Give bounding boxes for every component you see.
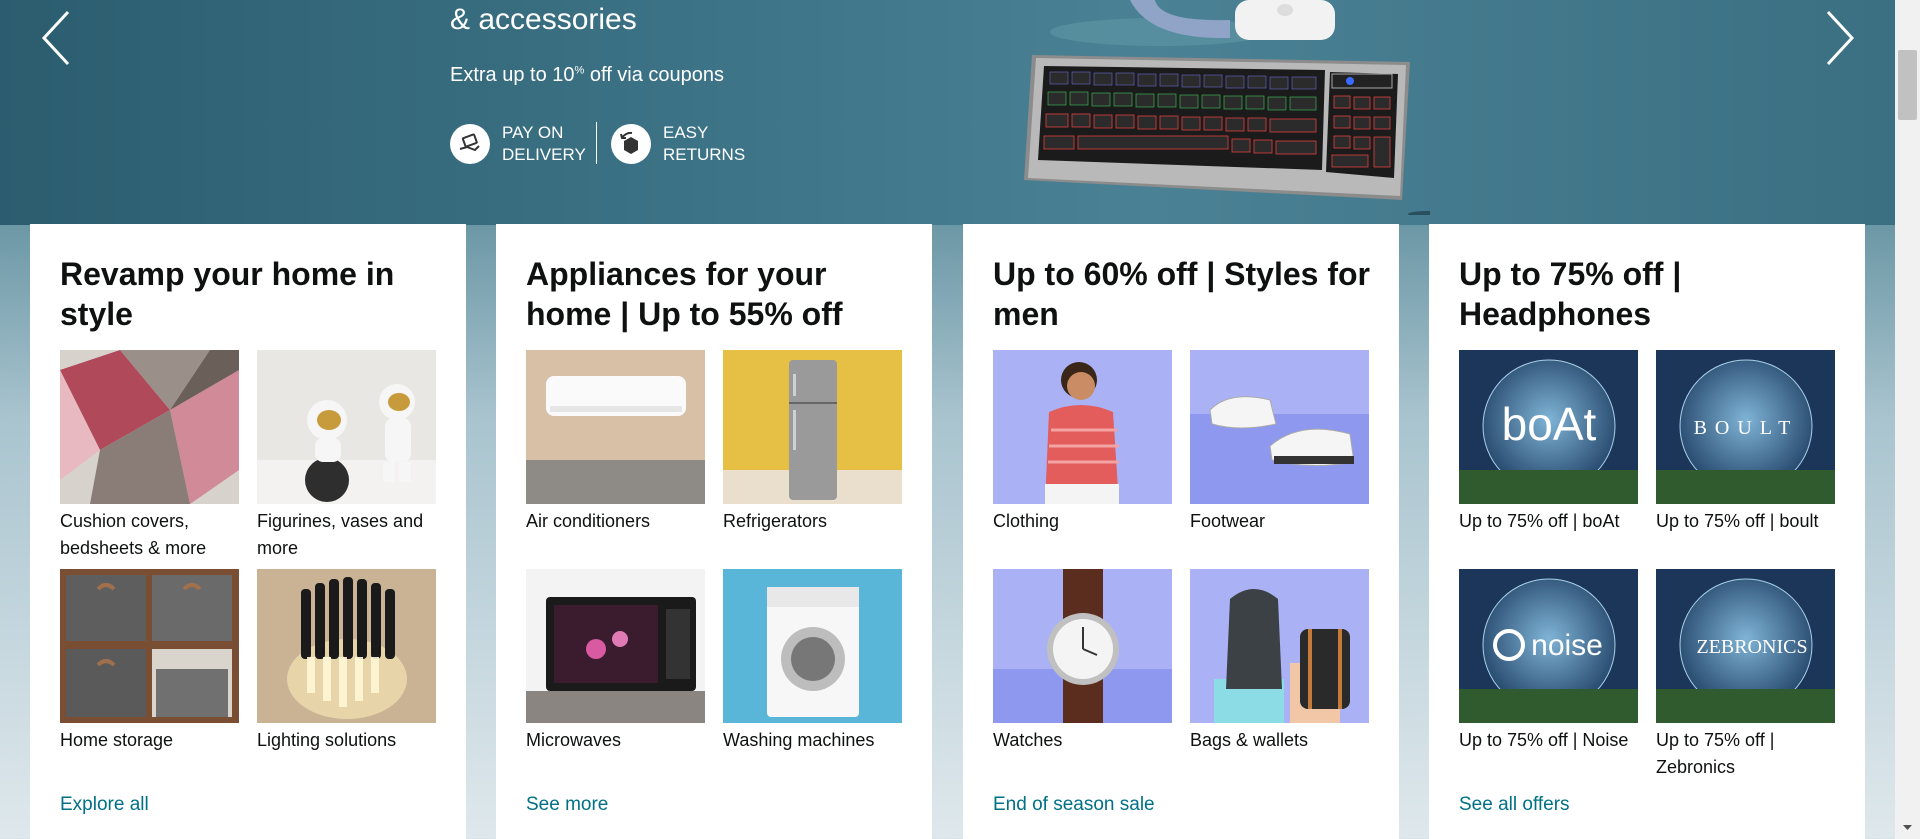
hero-banner[interactable]: & accessories Extra up to 10% off via co…	[0, 0, 1920, 225]
scrollbar-thumb[interactable]	[1898, 50, 1917, 120]
boat-logo-image: boAt	[1459, 350, 1638, 504]
carousel-prev-button[interactable]	[38, 8, 78, 68]
air-conditioner-image	[526, 350, 705, 504]
card-title: Revamp your home in style	[60, 256, 395, 332]
tile-bags-wallets[interactable]: Bags & wallets	[1190, 569, 1369, 754]
hero-subtitle: Extra up to 10% off via coupons	[450, 64, 725, 86]
tile-refrigerators[interactable]: Refrigerators	[723, 350, 902, 535]
wall-lamp-image	[257, 569, 436, 723]
boult-logo-image: BOULT	[1656, 350, 1835, 504]
tile-home-storage[interactable]: Home storage	[60, 569, 239, 754]
perk-pay-on-delivery: PAY ON DELIVERY	[450, 122, 586, 166]
washing-machine-image	[723, 569, 902, 723]
tile-washing-machines[interactable]: Washing machines	[723, 569, 902, 754]
end-of-season-sale-link[interactable]: End of season sale	[993, 794, 1155, 816]
tile-boat[interactable]: boAt Up to 75% off | boAt	[1459, 350, 1638, 535]
card-title: Appliances for your home | Up to 55% off	[526, 256, 843, 332]
man-clothing-image	[993, 350, 1172, 504]
card-appliances: Appliances for your home | Up to 55% off…	[496, 224, 932, 839]
refrigerator-image	[723, 350, 902, 504]
keyboard-product-image	[1010, 0, 1448, 217]
hero-title: & accessories	[450, 3, 637, 36]
rug-image	[60, 350, 239, 504]
tile-footwear[interactable]: Footwear	[1190, 350, 1369, 535]
sneakers-image	[1190, 350, 1369, 504]
storage-shelf-image	[60, 569, 239, 723]
perk-divider	[596, 122, 597, 164]
returns-box-icon	[611, 124, 651, 164]
delivery-hand-icon	[450, 124, 490, 164]
carousel-next-button[interactable]	[1818, 8, 1858, 68]
backpack-image	[1190, 569, 1369, 723]
noise-logo-image: noise	[1459, 569, 1638, 723]
zebronics-logo-image: ZEBRONICS	[1656, 569, 1835, 723]
tile-boult[interactable]: BOULT Up to 75% off | boult	[1656, 350, 1835, 535]
tile-noise[interactable]: noise Up to 75% off | Noise	[1459, 569, 1638, 754]
see-more-link[interactable]: See more	[526, 794, 608, 816]
microwave-image	[526, 569, 705, 723]
tile-clothing[interactable]: Clothing	[993, 350, 1172, 535]
card-mens-styles: Up to 60% off | Styles for men Clothing	[963, 224, 1399, 839]
chevron-left-icon	[41, 10, 70, 66]
tile-lighting[interactable]: Lighting solutions	[257, 569, 436, 754]
card-title: Up to 60% off | Styles for men	[993, 256, 1370, 332]
card-title: Up to 75% off | Headphones	[1459, 256, 1682, 332]
svg-text:BOULT: BOULT	[1694, 417, 1799, 439]
tile-microwaves[interactable]: Microwaves	[526, 569, 705, 754]
tile-cushion-covers[interactable]: Cushion covers, bedsheets & more	[60, 350, 239, 562]
scroll-down-arrow-icon[interactable]	[1898, 820, 1917, 835]
svg-text:noise: noise	[1531, 629, 1603, 662]
card-headphones: Up to 75% off | Headphones boAt Up to 75…	[1429, 224, 1865, 839]
card-home-decor: Revamp your home in style Cushion covers…	[30, 224, 466, 839]
astronaut-figurine-image	[257, 350, 436, 504]
page-scrollbar[interactable]	[1895, 0, 1920, 839]
see-all-offers-link[interactable]: See all offers	[1459, 794, 1570, 816]
svg-text:ZEBRONICS: ZEBRONICS	[1696, 636, 1807, 658]
svg-text:boAt: boAt	[1502, 398, 1597, 450]
tile-air-conditioners[interactable]: Air conditioners	[526, 350, 705, 535]
tile-watches[interactable]: Watches	[993, 569, 1172, 754]
chevron-right-icon	[1826, 10, 1855, 66]
tile-zebronics[interactable]: ZEBRONICS Up to 75% off | Zebronics	[1656, 569, 1835, 781]
explore-all-link[interactable]: Explore all	[60, 794, 149, 816]
perk-easy-returns: EASY RETURNS	[611, 122, 745, 166]
wristwatch-image	[993, 569, 1172, 723]
tile-figurines[interactable]: Figurines, vases and more	[257, 350, 436, 562]
